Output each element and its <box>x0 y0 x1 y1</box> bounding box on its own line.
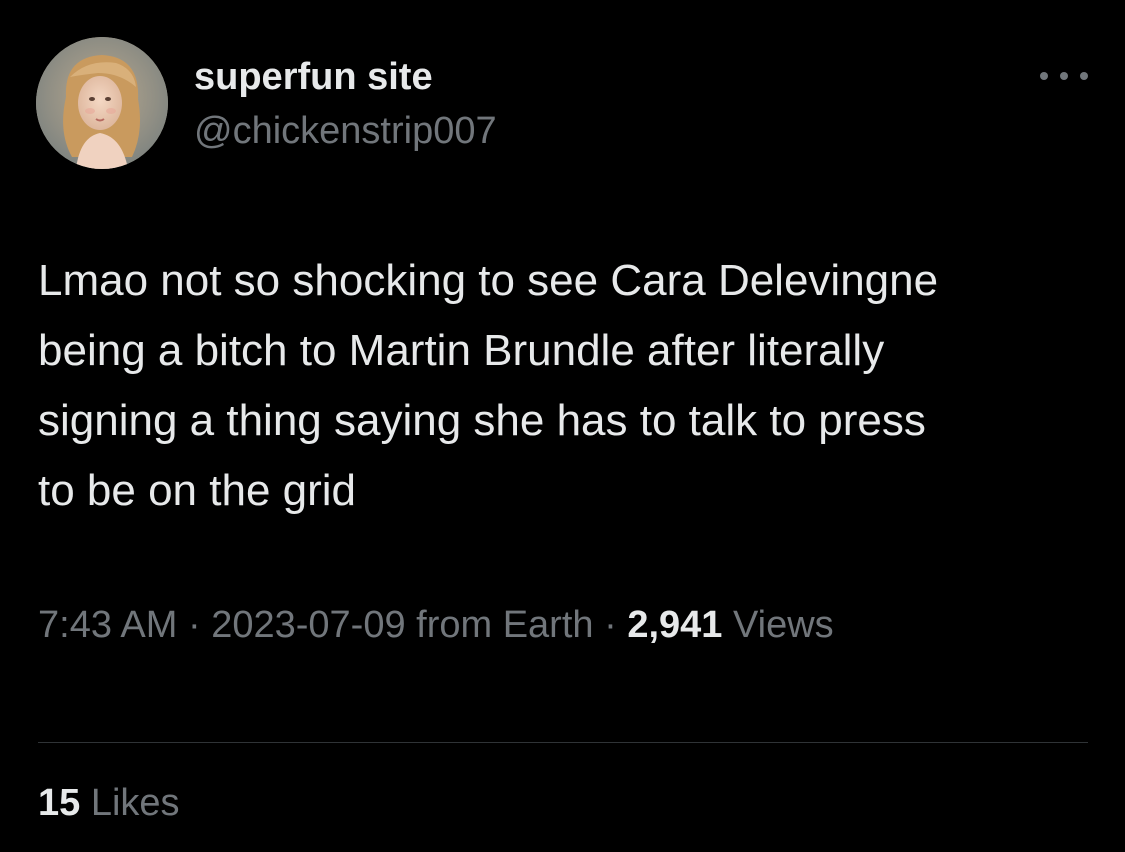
portrait-avatar-icon <box>36 37 168 169</box>
tweet-date-source[interactable]: 2023-07-09 from Earth <box>211 604 593 646</box>
dot <box>1060 72 1068 80</box>
meta-separator: · <box>177 604 212 646</box>
likes-count[interactable]: 15 <box>38 782 80 824</box>
likes-stat[interactable]: 15 Likes <box>38 778 180 828</box>
tweet-time[interactable]: 7:43 AM <box>38 604 177 646</box>
views-label[interactable]: Views <box>722 604 834 646</box>
tweet-detail: superfun site @chickenstrip007 Lmao not … <box>0 0 1125 852</box>
tweet-meta: 7:43 AM · 2023-07-09 from Earth · 2,941 … <box>38 600 834 650</box>
dot <box>1080 72 1088 80</box>
dot <box>1040 72 1048 80</box>
divider <box>38 742 1088 743</box>
more-options-icon[interactable] <box>1040 60 1088 92</box>
tweet-text: Lmao not so shocking to see Cara Delevin… <box>38 256 939 515</box>
author-info: superfun site @chickenstrip007 <box>194 52 497 156</box>
author-display-name[interactable]: superfun site <box>194 52 497 102</box>
meta-separator: · <box>593 604 628 646</box>
avatar[interactable] <box>36 37 168 169</box>
views-count[interactable]: 2,941 <box>627 604 722 646</box>
likes-label[interactable]: Likes <box>80 782 180 824</box>
author-handle[interactable]: @chickenstrip007 <box>194 106 497 156</box>
